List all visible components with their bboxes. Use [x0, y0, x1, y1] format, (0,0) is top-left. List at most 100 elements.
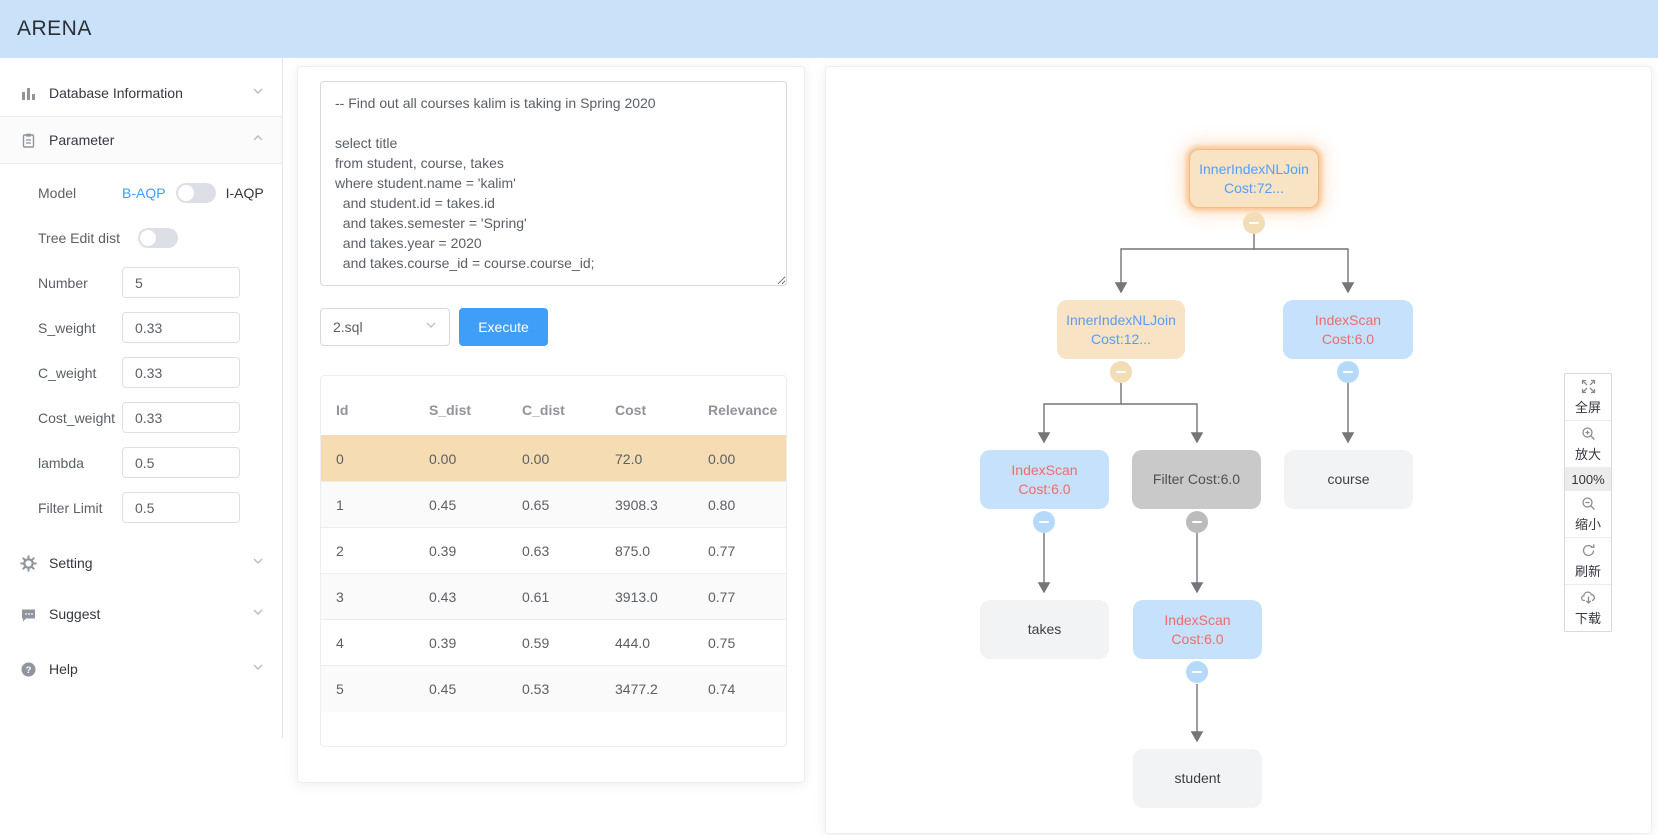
zoom-level-label: 100% — [1571, 471, 1604, 488]
model-toggle[interactable] — [176, 183, 216, 203]
table-cell: 0.80 — [693, 482, 786, 528]
node-label: IndexScan — [1315, 311, 1381, 330]
column-header-cost: Cost — [600, 376, 693, 436]
table-cell: 72.0 — [600, 436, 693, 482]
zoom-in-icon — [1581, 426, 1596, 446]
node-label: student — [1175, 769, 1221, 788]
collapse-button[interactable] — [1110, 361, 1132, 383]
results-table-container: Id S_dist C_dist Cost Relevance 00.000.0… — [320, 375, 787, 747]
table-cell: 4 — [321, 620, 414, 666]
table-cell: 5 — [321, 666, 414, 712]
plan-node-index-scan-takes[interactable]: IndexScan Cost:6.0 — [980, 450, 1109, 509]
column-header-id: Id — [321, 376, 414, 436]
table-cell: 0.63 — [507, 528, 600, 574]
node-label: IndexScan — [1164, 611, 1230, 630]
chevron-down-icon — [252, 84, 264, 102]
table-cell: 444.0 — [600, 620, 693, 666]
collapse-button[interactable] — [1033, 511, 1055, 533]
table-row[interactable]: 40.390.59444.00.75 — [321, 620, 786, 666]
table-cell: 0.59 — [507, 620, 600, 666]
plan-node-root-inner-index-nl-join[interactable]: InnerIndexNLJoin Cost:72... — [1189, 149, 1319, 208]
table-cell: 875.0 — [600, 528, 693, 574]
table-cell: 3 — [321, 574, 414, 620]
sidebar: Database Information Parameter Model B-A… — [0, 58, 283, 738]
table-cell: 3477.2 — [600, 666, 693, 712]
collapse-button[interactable] — [1243, 212, 1265, 234]
sql-editor[interactable]: -- Find out all courses kalim is taking … — [320, 81, 787, 286]
cost-weight-input[interactable] — [122, 402, 240, 433]
chevron-up-icon — [252, 131, 264, 149]
field-row-c-weight: C_weight — [0, 350, 282, 395]
table-row[interactable]: 10.450.653908.30.80 — [321, 482, 786, 528]
plan-node-course-table[interactable]: course — [1284, 450, 1413, 509]
fullscreen-button[interactable]: 全屏 — [1565, 374, 1611, 421]
plan-node-takes-table[interactable]: takes — [980, 600, 1109, 659]
svg-text:?: ? — [26, 665, 32, 676]
sidebar-item-setting[interactable]: Setting — [0, 540, 282, 586]
sidebar-item-database-information[interactable]: Database Information — [0, 70, 282, 116]
download-icon — [1581, 590, 1596, 610]
node-label: IndexScan — [1011, 461, 1077, 480]
lambda-input[interactable] — [122, 447, 240, 478]
table-row[interactable]: 50.450.533477.20.74 — [321, 666, 786, 712]
sidebar-item-parameter[interactable]: Parameter — [0, 117, 282, 163]
minus-icon — [1192, 671, 1202, 673]
table-cell: 0.00 — [414, 436, 507, 482]
zoom-in-label: 放大 — [1575, 446, 1601, 463]
table-cell: 2 — [321, 528, 414, 574]
column-header-c-dist: C_dist — [507, 376, 600, 436]
zoom-out-button[interactable]: 缩小 — [1565, 491, 1611, 538]
s-weight-input[interactable] — [122, 312, 240, 343]
field-row-s-weight: S_weight — [0, 305, 282, 350]
table-cell: 0 — [321, 436, 414, 482]
table-header-row: Id S_dist C_dist Cost Relevance — [321, 376, 786, 436]
table-cell: 0.53 — [507, 666, 600, 712]
tree-edit-dist-toggle[interactable] — [138, 228, 178, 248]
table-cell: 0.45 — [414, 666, 507, 712]
plan-node-student-table[interactable]: student — [1133, 749, 1262, 808]
node-cost: Cost:6.0 — [1018, 480, 1070, 499]
refresh-icon — [1581, 543, 1596, 563]
model-option-iaqp[interactable]: I-AQP — [226, 185, 264, 201]
plan-node-filter[interactable]: Filter Cost:6.0 — [1132, 450, 1261, 509]
results-table-body: 00.000.0072.00.0010.450.653908.30.8020.3… — [321, 436, 786, 712]
table-row[interactable]: 00.000.0072.00.00 — [321, 436, 786, 482]
refresh-button[interactable]: 刷新 — [1565, 538, 1611, 585]
sidebar-item-suggest[interactable]: Suggest — [0, 591, 282, 637]
table-cell: 3913.0 — [600, 574, 693, 620]
table-row[interactable]: 30.430.613913.00.77 — [321, 574, 786, 620]
execute-button[interactable]: Execute — [459, 308, 548, 346]
sql-file-select[interactable]: 2.sql — [320, 308, 450, 346]
filter-limit-input[interactable] — [122, 492, 240, 523]
sidebar-item-label: Help — [49, 661, 252, 677]
zoom-in-button[interactable]: 放大 — [1565, 421, 1611, 468]
node-cost: Cost:72... — [1224, 179, 1284, 198]
sql-file-select-value: 2.sql — [333, 319, 425, 335]
minus-icon — [1039, 521, 1049, 523]
c-weight-input[interactable] — [122, 357, 240, 388]
zoom-toolbar: 全屏 放大 100% 缩小 — [1564, 373, 1612, 632]
plan-node-index-scan-student[interactable]: IndexScan Cost:6.0 — [1133, 600, 1262, 659]
chevron-down-icon — [252, 660, 264, 678]
model-option-baqp[interactable]: B-AQP — [122, 185, 166, 201]
plan-node-index-scan-course[interactable]: IndexScan Cost:6.0 — [1283, 300, 1413, 359]
field-label: lambda — [38, 455, 122, 471]
sidebar-item-label: Parameter — [49, 132, 252, 148]
zoom-level-indicator: 100% — [1565, 468, 1611, 491]
collapse-button[interactable] — [1337, 361, 1359, 383]
node-label: InnerIndexNLJoin — [1199, 160, 1309, 179]
number-input[interactable] — [122, 267, 240, 298]
download-button[interactable]: 下载 — [1565, 585, 1611, 631]
minus-icon — [1192, 521, 1202, 523]
parameter-fields: Model B-AQP I-AQP Tree Edit dist Number … — [0, 164, 282, 538]
sidebar-item-help[interactable]: ? Help — [0, 646, 282, 692]
table-cell: 0.75 — [693, 620, 786, 666]
zoom-out-label: 缩小 — [1575, 516, 1601, 533]
collapse-button[interactable] — [1186, 511, 1208, 533]
collapse-button[interactable] — [1186, 661, 1208, 683]
minus-icon — [1249, 222, 1259, 224]
field-row-tree-edit-dist: Tree Edit dist — [0, 215, 282, 260]
table-row[interactable]: 20.390.63875.00.77 — [321, 528, 786, 574]
plan-node-inner-index-nl-join-2[interactable]: InnerIndexNLJoin Cost:12... — [1057, 300, 1185, 359]
field-row-lambda: lambda — [0, 440, 282, 485]
